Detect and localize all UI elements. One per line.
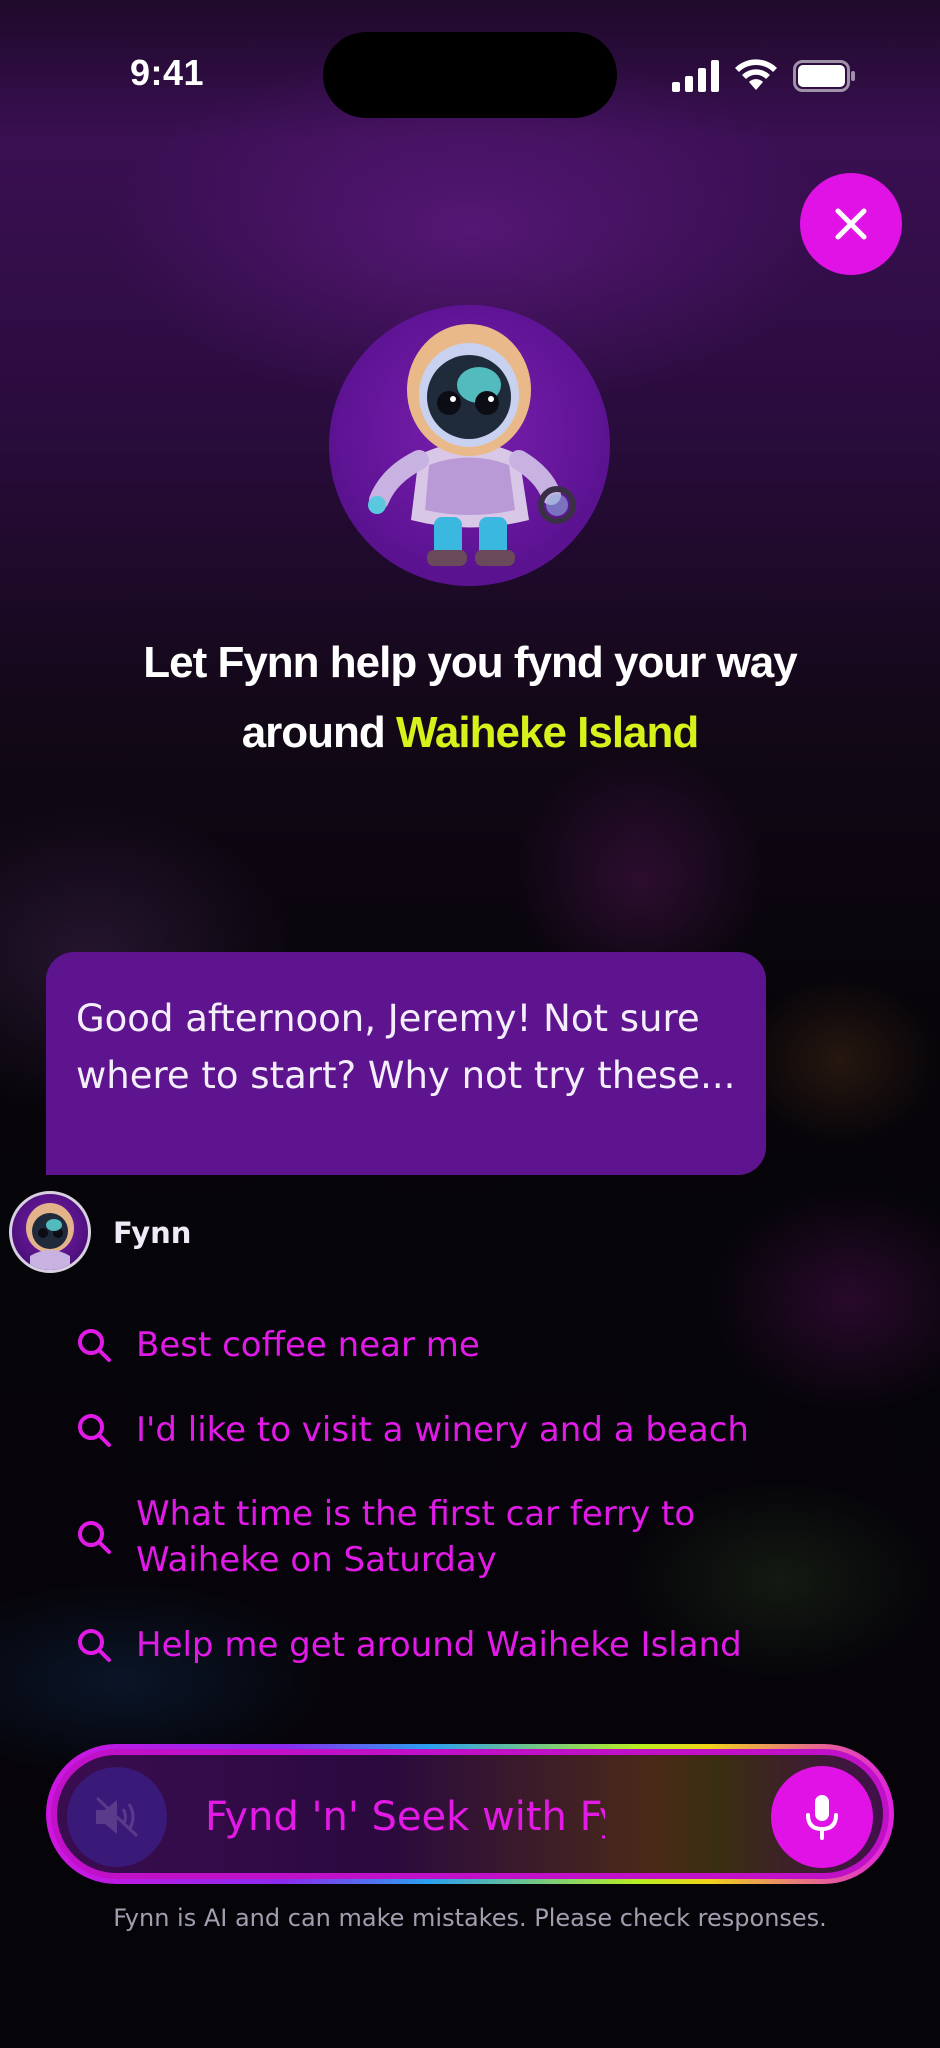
speaker-muted-icon: [96, 1797, 138, 1837]
microphone-button[interactable]: [771, 1766, 873, 1868]
headline: Let Fynn help you fynd your way around W…: [40, 628, 900, 768]
cellular-signal-icon: [672, 60, 719, 92]
status-time: 9:41: [130, 52, 205, 93]
suggestion-label: Help me get around Waiheke Island: [136, 1625, 742, 1665]
chat-message-text: Good afternoon, Jeremy! Not sure where t…: [76, 997, 736, 1097]
chat-input-container: [51, 1749, 889, 1879]
suggestion-item[interactable]: Help me get around Waiheke Island: [76, 1622, 742, 1668]
chat-input-bar: [46, 1744, 894, 1884]
astronaut-avatar-icon: [26, 1203, 74, 1270]
ai-disclaimer: Fynn is AI and can make mistakes. Please…: [113, 1904, 827, 1932]
chat-message-bubble: Good afternoon, Jeremy! Not sure where t…: [46, 952, 766, 1175]
microphone-icon: [806, 1795, 838, 1840]
fynn-avatar: [329, 305, 610, 586]
close-button[interactable]: [800, 173, 902, 275]
headline-line1: Let Fynn help you fynd your way: [143, 638, 798, 687]
suggestion-item[interactable]: I'd like to visit a winery and a beach: [76, 1407, 749, 1453]
suggestion-label: What time is the first car ferry to Waih…: [136, 1494, 696, 1580]
chat-input[interactable]: [205, 1781, 605, 1853]
search-icon: [78, 1521, 111, 1554]
suggestion-label: Best coffee near me: [136, 1325, 480, 1365]
sender-name: Fynn: [113, 1216, 192, 1250]
search-icon: [78, 1329, 111, 1362]
search-icon: [78, 1414, 111, 1447]
suggestion-item[interactable]: What time is the first car ferry to Waih…: [76, 1491, 756, 1583]
sender-avatar: [9, 1191, 91, 1273]
headline-line2-prefix: around: [241, 708, 397, 757]
suggestion-item[interactable]: Best coffee near me: [76, 1322, 480, 1368]
headline-location: Waiheke Island: [396, 708, 699, 757]
suggestion-label: I'd like to visit a winery and a beach: [136, 1410, 749, 1450]
headline-line2: around Waiheke Island: [40, 698, 900, 768]
battery-icon: [793, 60, 855, 92]
search-icon: [78, 1629, 111, 1662]
astronaut-mascot-icon: [368, 324, 576, 566]
wifi-icon: [735, 59, 777, 90]
mute-toggle-button[interactable]: [67, 1767, 167, 1867]
close-icon: [835, 208, 867, 240]
dynamic-island: [323, 32, 617, 118]
